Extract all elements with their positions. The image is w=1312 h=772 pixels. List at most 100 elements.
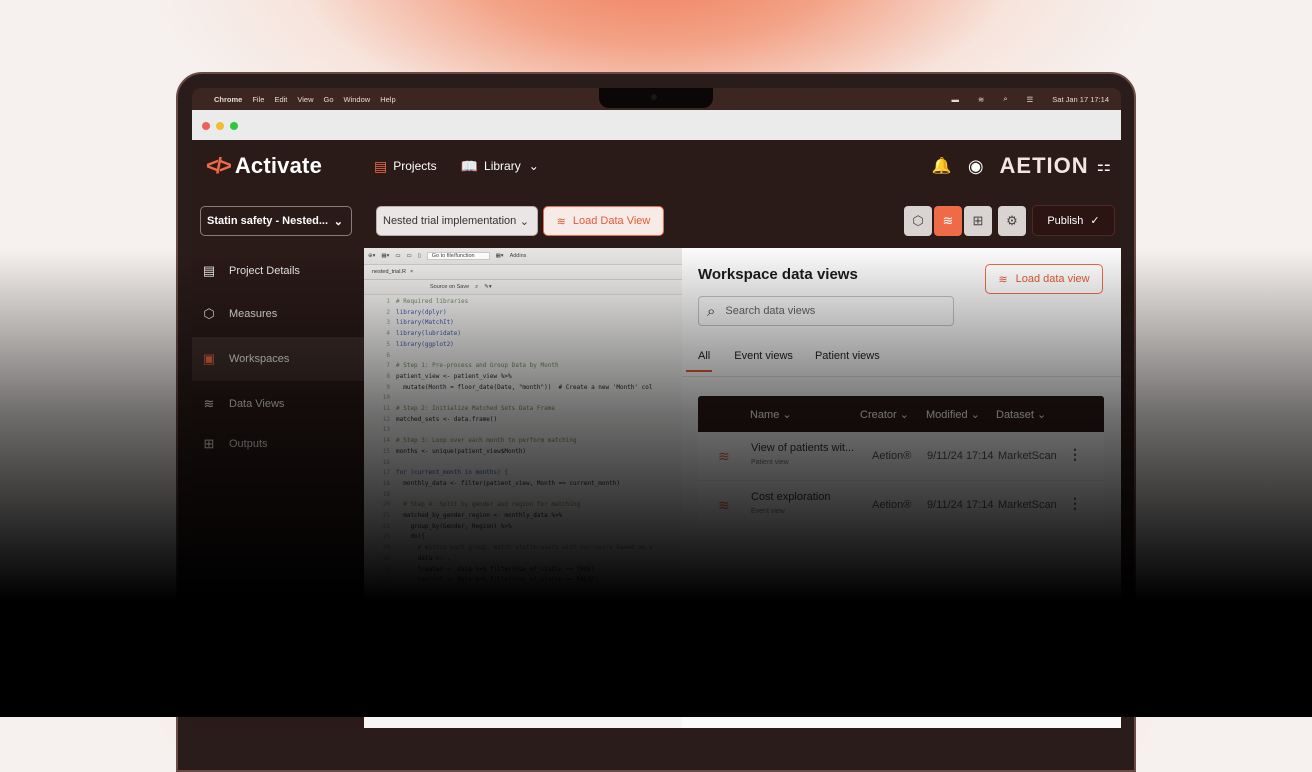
tab-patient-views[interactable]: Patient views <box>815 350 880 372</box>
projects-icon: ▤ <box>374 157 388 174</box>
code-editor[interactable]: 1 # Required libraries 2 library(dplyr) 3 lib… <box>364 295 682 640</box>
grid-icon[interactable]: ▦▾ <box>496 253 504 259</box>
go-to-file-input[interactable]: Go to file/function <box>426 252 490 260</box>
load-data-view-button[interactable]: ≋ Load Data View <box>543 206 664 236</box>
sidebar-item-label: Outputs <box>229 438 268 450</box>
line-number: 27 <box>382 576 390 584</box>
line-number: 15 <box>382 447 390 455</box>
chevron-down-icon: ⌄ <box>899 409 909 421</box>
line-number: 18 <box>382 479 390 487</box>
code-text: group_by(Gender, Region) %>% <box>396 522 512 530</box>
menu-window[interactable]: Window <box>344 95 371 104</box>
sidebar-item-workspaces[interactable]: ▣ Workspaces <box>192 337 364 381</box>
file-tab[interactable]: nested_trial.R × <box>364 265 682 280</box>
account-icon[interactable]: ◉ <box>968 156 984 177</box>
save-icon[interactable]: ▭ <box>395 253 400 259</box>
notification-bell-icon[interactable]: 🔔 <box>932 156 952 176</box>
layers-icon[interactable]: ≋ <box>934 206 962 236</box>
editor-toolbar: Source on Save ⌕ ✎▾ <box>364 280 682 295</box>
sidebar: Statin safety - Nested... ⌄ ▤ Project De… <box>192 192 364 728</box>
code-line: 15 months <- unique(patient_view$Month) <box>364 447 682 458</box>
addins-button[interactable]: Addins <box>510 253 527 259</box>
code-text: do({ <box>396 533 425 541</box>
menu-help[interactable]: Help <box>380 95 395 104</box>
search-data-views-input[interactable]: ⌕ Search data views <box>698 296 954 326</box>
code-line: 23 do({ <box>364 532 682 543</box>
sidebar-item-measures[interactable]: ⬡ Measures <box>192 293 364 335</box>
code-text: treated <- data %>% filter(Use_of_statin… <box>396 565 595 573</box>
close-tab-icon[interactable]: × <box>410 269 413 275</box>
battery-icon[interactable]: ▬ <box>952 95 960 104</box>
nav-library[interactable]: 📖 Library ⌄ <box>461 158 539 175</box>
code-line: 25 data <- . <box>364 554 682 565</box>
load-data-view-panel-button[interactable]: ≋ Load data view <box>985 264 1103 294</box>
wand-icon[interactable]: ✎▾ <box>484 284 491 290</box>
app-grid-icon[interactable]: ⚏ <box>1097 156 1111 176</box>
control-center-icon[interactable]: ☰ <box>1027 95 1034 104</box>
code-line: 17 for (current_month in months) { <box>364 468 682 479</box>
nav-projects[interactable]: ▤ Projects <box>374 158 437 175</box>
line-number: 20 <box>382 501 390 509</box>
chevron-down-icon: ⌄ <box>1036 409 1047 421</box>
code-text: library(dplyr) <box>396 308 447 316</box>
cube-icon[interactable]: ⬡ <box>904 206 932 236</box>
line-number: 2 <box>386 308 390 316</box>
sidebar-item-outputs[interactable]: ⊞ Outputs <box>192 423 364 465</box>
sidebar-item-data-views[interactable]: ≋ Data Views <box>192 383 364 425</box>
tab-event-views[interactable]: Event views <box>734 350 793 372</box>
code-text: # Use nearest neighbor matching based on… <box>396 597 577 605</box>
menu-go[interactable]: Go <box>324 95 334 104</box>
new-file-icon[interactable]: ⊕▾ <box>368 253 375 259</box>
wifi-icon[interactable]: ≋ <box>978 95 984 104</box>
code-text: mutate(Month = floor_date(Date, "month")… <box>396 383 653 391</box>
line-number: 13 <box>382 426 390 434</box>
line-number: 6 <box>386 351 390 359</box>
code-text: # Required libraries <box>396 298 469 305</box>
menu-file[interactable]: File <box>252 95 264 104</box>
column-creator-label: Creator <box>860 409 897 421</box>
code-line: 28 <box>364 586 682 597</box>
sidebar-item-project-details[interactable]: ▤ Project Details <box>192 250 364 292</box>
publish-button[interactable]: Publish ✓ <box>1032 205 1115 236</box>
tab-all[interactable]: All <box>686 350 713 372</box>
settings-gear-icon[interactable]: ⚙ <box>998 206 1026 236</box>
column-modified[interactable]: Modified ⌄ <box>926 408 980 421</box>
code-line: 4 library(lubridate) <box>364 329 682 340</box>
column-name[interactable]: Name ⌄ <box>750 408 792 421</box>
row-creator: Aetion® <box>872 450 912 462</box>
column-creator[interactable]: Creator ⌄ <box>860 408 909 421</box>
line-number: 8 <box>386 372 390 380</box>
search-icon[interactable]: ⌕ <box>475 284 478 291</box>
minimize-window-icon[interactable] <box>216 122 224 130</box>
column-dataset[interactable]: Dataset ⌄ <box>996 408 1046 421</box>
code-line: 18 monthly_data <- filter(patient_view, … <box>364 479 682 490</box>
brand-logo[interactable]: </> Activate <box>206 153 322 179</box>
menu-app[interactable]: Chrome <box>214 95 242 104</box>
code-text: # Step 1: Pre-process and Group Data by … <box>396 362 559 370</box>
project-select[interactable]: Statin safety - Nested... ⌄ <box>200 206 352 236</box>
source-on-save-checkbox[interactable]: Source on Save <box>430 284 469 290</box>
spotlight-icon[interactable]: ⌕ <box>1003 94 1007 104</box>
table-row[interactable]: ≋ Cost exploration Event view Aetion® 9/… <box>698 481 1104 530</box>
row-creator: Aetion® <box>872 499 912 511</box>
outputs-icon[interactable]: ⊞ <box>964 206 992 236</box>
more-vertical-icon[interactable]: ⋮ <box>1068 446 1082 463</box>
close-window-icon[interactable] <box>202 122 210 130</box>
trial-select[interactable]: Nested trial implementation ⌄ <box>376 206 538 236</box>
code-line: 31 matched_data <- match.data(match_it) <box>364 618 682 629</box>
print-icon[interactable]: ▯ <box>418 253 421 259</box>
row-dataset: MarketScan <box>998 450 1057 462</box>
menubar-clock[interactable]: Sat Jan 17 17:14 <box>1052 95 1109 104</box>
table-row[interactable]: ≋ View of patients wit... Patient view A… <box>698 432 1104 481</box>
code-line: 29 # Use nearest neighbor matching based… <box>364 597 682 608</box>
code-line: 1 # Required libraries <box>364 297 682 308</box>
maximize-window-icon[interactable] <box>230 122 238 130</box>
menu-view[interactable]: View <box>297 95 313 104</box>
menu-edit[interactable]: Edit <box>274 95 287 104</box>
data-views-panel: Workspace data views ≋ Load data view ⌕ … <box>682 248 1121 728</box>
open-project-icon[interactable]: ▦▾ <box>381 253 389 259</box>
more-vertical-icon[interactable]: ⋮ <box>1068 495 1082 512</box>
save-all-icon[interactable]: ▭ <box>407 253 412 259</box>
code-line: 30 match_it <- matchit(Use_of_statin ~ A… <box>364 607 682 618</box>
code-line: 32 matched_data <box>364 629 682 640</box>
